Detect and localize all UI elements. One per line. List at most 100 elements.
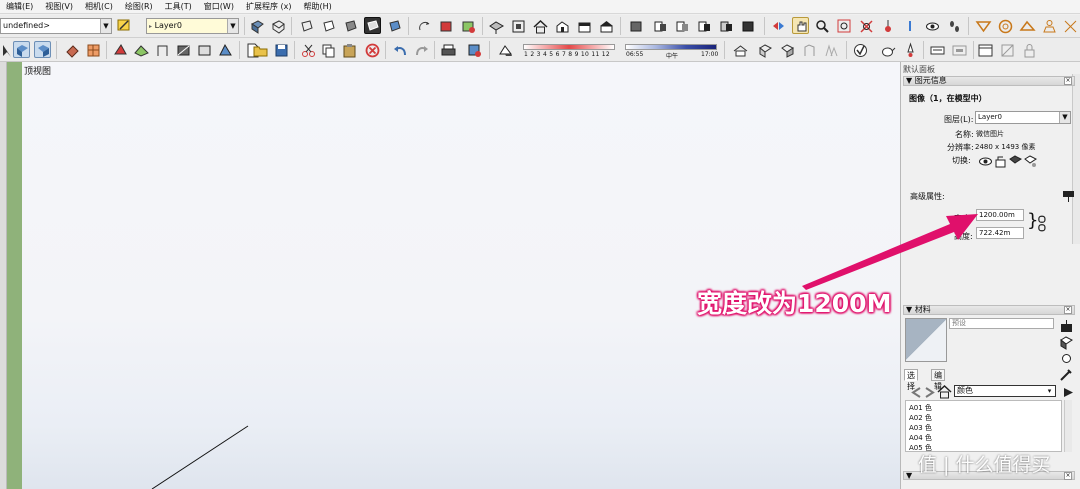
locked-icon[interactable] — [992, 153, 1006, 168]
close-icon[interactable]: × — [1064, 306, 1072, 314]
text-tool-icon[interactable] — [196, 42, 213, 59]
sample-paint-icon[interactable] — [1058, 350, 1071, 363]
list-item[interactable]: A02 色 — [909, 413, 932, 423]
list-item[interactable]: A01 色 — [909, 403, 932, 413]
style-check-icon[interactable] — [852, 42, 869, 59]
zoom-extents-icon[interactable] — [858, 18, 875, 35]
paint-bucket-icon[interactable] — [64, 42, 81, 59]
iso-view-icon[interactable] — [488, 18, 505, 35]
material-3d-icon[interactable] — [1058, 334, 1073, 350]
chevron-down-icon[interactable]: ▼ — [227, 19, 238, 33]
menu-view[interactable]: 视图(V) — [39, 1, 79, 12]
share-component-icon[interactable] — [801, 42, 818, 59]
entity-layer-select[interactable]: Layer0 ▼ — [975, 111, 1071, 124]
previous-view-icon[interactable] — [902, 18, 919, 35]
print-icon[interactable] — [440, 42, 457, 59]
layer-select[interactable]: ▸ Layer0 ▼ — [146, 18, 239, 34]
hidden-line-icon[interactable] — [320, 18, 337, 35]
material-name-field[interactable]: 预设 — [949, 318, 1054, 329]
shaded-textures-icon[interactable] — [364, 17, 381, 34]
visible-eye-icon[interactable] — [977, 153, 992, 166]
shaded-icon[interactable] — [342, 18, 359, 35]
section-plane-icon[interactable] — [628, 18, 645, 35]
section-cut-icon[interactable] — [674, 18, 691, 35]
eyedropper-icon[interactable] — [1058, 366, 1072, 381]
copy-icon[interactable] — [320, 42, 337, 59]
share-model-icon[interactable] — [779, 42, 796, 59]
tray-scrollbar[interactable] — [1072, 74, 1080, 244]
paint-style-icon[interactable] — [116, 17, 133, 34]
layout-send-icon[interactable] — [951, 42, 968, 59]
shadow-time-slider[interactable] — [625, 44, 717, 50]
warehouse-icon[interactable] — [732, 42, 749, 59]
make-component-icon[interactable] — [13, 41, 30, 58]
eraser-icon[interactable] — [85, 42, 102, 59]
create-material-icon[interactable] — [1058, 318, 1072, 332]
drape-icon[interactable] — [1019, 18, 1036, 35]
section-cube-icon[interactable] — [740, 18, 757, 35]
pan-hand-icon[interactable] — [792, 17, 809, 34]
rocket-icon[interactable] — [902, 42, 919, 59]
wireframe-icon[interactable] — [298, 18, 315, 35]
details-arrow-icon[interactable] — [1060, 384, 1073, 397]
right-view-icon[interactable] — [576, 18, 593, 35]
get-models-icon[interactable] — [757, 42, 774, 59]
xray-icon[interactable] — [270, 18, 287, 35]
material-category-select[interactable]: 颜色 ▾ — [954, 385, 1056, 397]
section-dark-icon[interactable] — [718, 18, 735, 35]
lock-icon[interactable] — [1021, 42, 1038, 59]
axes-icon[interactable] — [154, 42, 171, 59]
zoom-icon[interactable] — [814, 18, 831, 35]
look-around-icon[interactable] — [924, 18, 941, 35]
menu-camera[interactable]: 相机(C) — [79, 1, 119, 12]
component-mix-icon[interactable] — [460, 18, 477, 35]
section-fill-icon[interactable] — [696, 18, 713, 35]
tab-edit[interactable]: 编辑 — [931, 369, 945, 391]
cut-icon[interactable] — [300, 42, 317, 59]
select-partial-icon[interactable] — [0, 42, 12, 59]
menu-window[interactable]: 窗口(W) — [198, 1, 240, 12]
protractor-icon[interactable] — [133, 42, 150, 59]
position-camera-icon[interactable] — [880, 18, 897, 35]
zoom-window-icon[interactable] — [836, 18, 853, 35]
height-field[interactable]: 722.42m — [976, 227, 1024, 239]
menu-extensions[interactable]: 扩展程序 (x) — [240, 1, 298, 12]
section-view-icon[interactable] — [999, 42, 1016, 59]
entity-info-header[interactable]: ▼ 图元信息 × — [903, 76, 1075, 86]
monochrome-icon[interactable] — [386, 18, 403, 35]
close-icon[interactable]: × — [1064, 472, 1072, 480]
materials-header[interactable]: ▼ 材料 × — [903, 305, 1075, 315]
shadow-month-slider[interactable] — [523, 44, 615, 50]
chain-link-icon[interactable] — [1034, 215, 1046, 232]
display-sections-icon[interactable] — [652, 18, 669, 35]
menu-tools[interactable]: 工具(T) — [159, 1, 198, 12]
extension-warehouse-icon[interactable] — [823, 42, 840, 59]
delete-icon[interactable] — [364, 42, 381, 59]
forward-arrow-icon[interactable] — [921, 384, 935, 398]
stamp-icon[interactable] — [1041, 18, 1058, 35]
receive-shadows-icon[interactable] — [1022, 153, 1037, 167]
orbit-icon[interactable] — [416, 18, 433, 35]
tape-measure-icon[interactable] — [112, 42, 129, 59]
tab-select[interactable]: 选择 — [904, 369, 918, 391]
material-list-scrollbar[interactable] — [1064, 400, 1072, 452]
menu-draw[interactable]: 绘图(R) — [119, 1, 159, 12]
walk-orbit-icon[interactable] — [770, 18, 787, 35]
shadows-toggle-icon[interactable] — [497, 42, 514, 59]
menu-edit[interactable]: 编辑(E) — [0, 1, 39, 12]
home-icon[interactable] — [532, 18, 549, 35]
flip-edge-icon[interactable] — [1062, 18, 1079, 35]
list-item[interactable]: A03 色 — [909, 423, 932, 433]
width-field[interactable]: 1200.00m — [976, 209, 1024, 221]
chevron-down-icon[interactable]: ▼ — [1059, 112, 1070, 123]
close-icon[interactable]: × — [1064, 77, 1072, 85]
model-info-icon[interactable] — [466, 42, 483, 59]
walk-icon[interactable] — [946, 18, 963, 35]
undo-icon[interactable] — [392, 42, 409, 59]
chevron-down-icon[interactable]: ▾ — [1044, 386, 1055, 396]
layout-icon[interactable] — [929, 42, 946, 59]
make-group-icon[interactable] — [34, 41, 51, 58]
component-red-icon[interactable] — [438, 18, 455, 35]
style-select[interactable]: undefined> ▼ — [0, 18, 112, 34]
target-icon[interactable] — [997, 18, 1014, 35]
